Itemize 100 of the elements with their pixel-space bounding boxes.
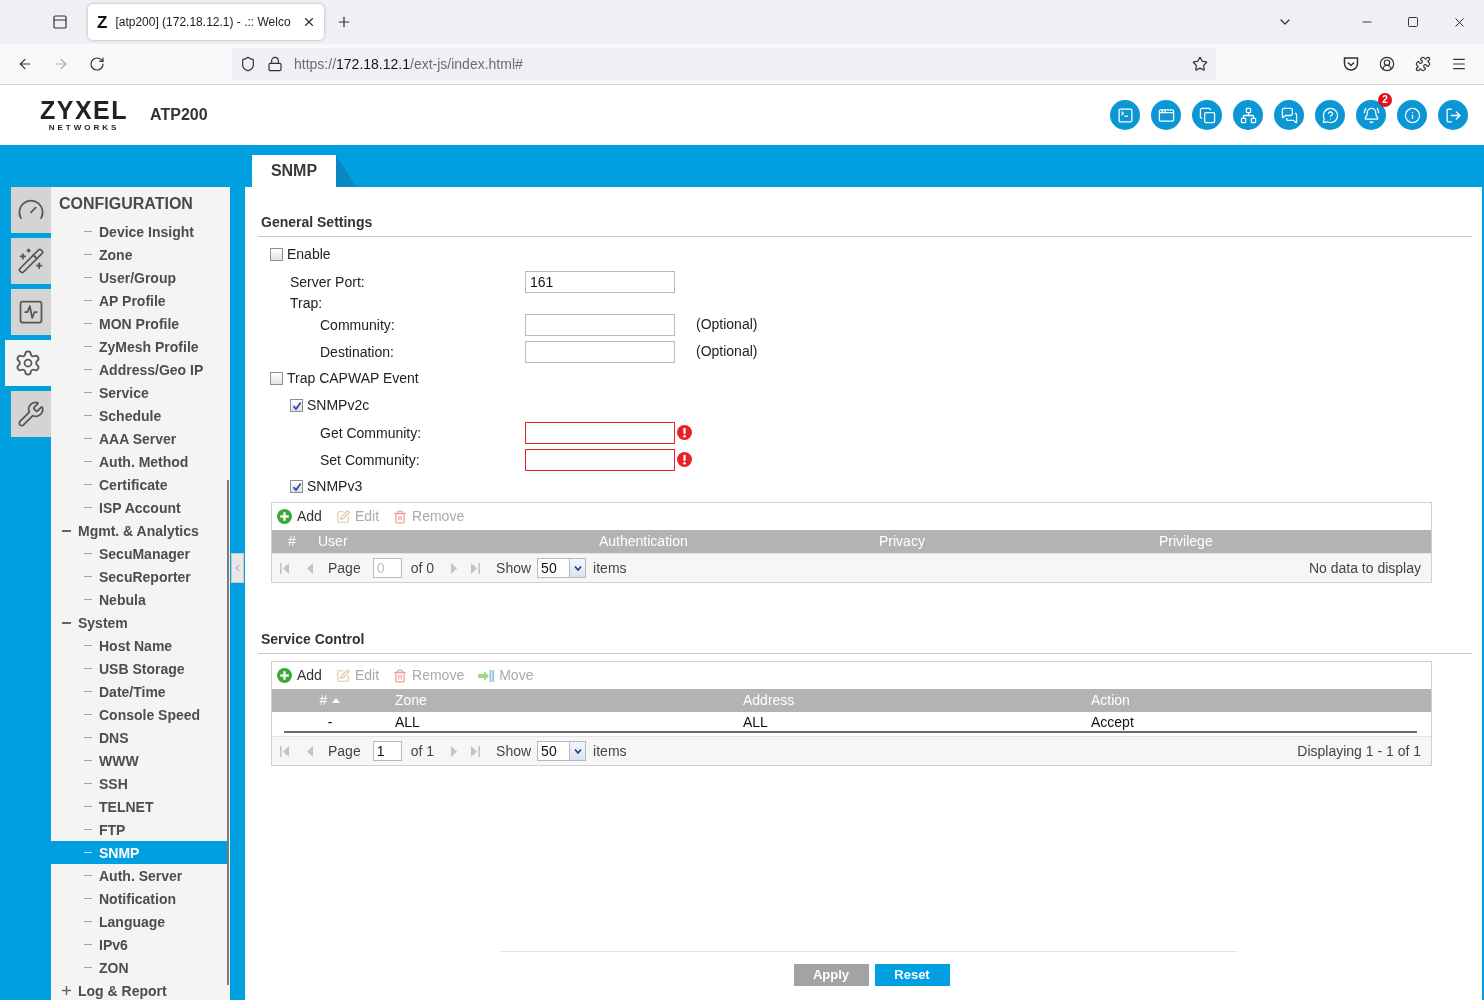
nav-item[interactable]: User/Group (51, 266, 227, 289)
nav-item[interactable]: Auth. Method (51, 450, 227, 473)
scrollbar[interactable] (227, 480, 229, 985)
nav-item[interactable]: Auth. Server (51, 864, 227, 887)
sidebar-tab[interactable] (11, 391, 51, 437)
nav-item[interactable]: ISP Account (51, 496, 227, 519)
dash-icon (84, 323, 92, 324)
maximize-icon[interactable] (1407, 16, 1419, 28)
account-icon[interactable] (1379, 56, 1395, 72)
add-button[interactable]: Add (277, 506, 322, 527)
terminal-icon[interactable] (1110, 100, 1140, 130)
plus-icon[interactable] (62, 986, 71, 995)
page-size-select[interactable]: 50 (537, 741, 587, 761)
nav-item[interactable]: TELNET (51, 795, 227, 818)
dash-icon (84, 576, 92, 577)
content-tab[interactable]: SNMP (252, 155, 336, 187)
nav-item[interactable]: Certificate (51, 473, 227, 496)
input-field[interactable] (525, 340, 675, 363)
help-icon[interactable] (1315, 100, 1345, 130)
back-icon[interactable] (17, 56, 33, 72)
sidebar-tab[interactable] (11, 187, 51, 233)
nav-item[interactable]: DNS (51, 726, 227, 749)
nav-item[interactable]: FTP (51, 818, 227, 841)
nav-item[interactable]: Date/Time (51, 680, 227, 703)
checkbox-label: Enable (287, 245, 331, 264)
windows-icon[interactable] (1192, 100, 1222, 130)
nav-item[interactable]: AP Profile (51, 289, 227, 312)
nav-item[interactable]: SecuReporter (51, 565, 227, 588)
dash-icon (84, 691, 92, 692)
table-cell: ALL (743, 714, 768, 731)
table-cell: Accept (1091, 714, 1134, 731)
nav-item[interactable]: SecuManager (51, 542, 227, 565)
dash-icon (84, 898, 92, 899)
dash-icon (84, 254, 92, 255)
pencil-icon (335, 509, 350, 524)
puzzle-icon[interactable] (1415, 56, 1431, 72)
nav-item[interactable]: System (51, 611, 227, 634)
nav-item[interactable]: ZON (51, 956, 227, 979)
nav-item[interactable]: Host Name (51, 634, 227, 657)
sidebar-tab[interactable] (5, 340, 51, 386)
reload-icon[interactable] (89, 56, 105, 72)
field-label: Get Community: (320, 424, 422, 441)
nav-item[interactable]: USB Storage (51, 657, 227, 680)
checkbox[interactable] (290, 480, 303, 493)
input-field[interactable] (525, 421, 675, 444)
nav-item[interactable]: ZyMesh Profile (51, 335, 227, 358)
nav-item[interactable]: IPv6 (51, 933, 227, 956)
nav-item[interactable]: Service (51, 381, 227, 404)
logout-icon[interactable] (1438, 100, 1468, 130)
new-tab-icon[interactable] (336, 14, 352, 30)
nav-item[interactable]: Schedule (51, 404, 227, 427)
checkbox[interactable] (270, 372, 283, 385)
nav-item[interactable]: Language (51, 910, 227, 933)
input-field[interactable] (525, 313, 675, 336)
nav-item[interactable]: AAA Server (51, 427, 227, 450)
page-count: of 0 (410, 558, 435, 578)
sidebar-tab[interactable] (11, 238, 51, 284)
nav-item[interactable]: Mgmt. & Analytics (51, 519, 227, 542)
dash-icon (84, 783, 92, 784)
minus-icon[interactable] (62, 529, 71, 532)
checkbox[interactable] (270, 248, 283, 261)
product-name: ATP200 (150, 105, 208, 125)
field-label: Community: (320, 316, 395, 333)
browser-tab[interactable]: Z [atp200] (172.18.12.1) - .:: Welco (88, 4, 324, 40)
address-bar[interactable]: https://172.18.12.1/ext-js/index.html# (232, 48, 1216, 80)
info-icon[interactable] (1397, 100, 1427, 130)
paging-status: No data to display (1308, 558, 1421, 578)
nav-item[interactable]: SSH (51, 772, 227, 795)
nav-item[interactable]: MON Profile (51, 312, 227, 335)
chat-icon[interactable] (1274, 100, 1304, 130)
chevron-shield-icon[interactable] (1343, 56, 1359, 72)
nav-item[interactable]: Address/Geo IP (51, 358, 227, 381)
input-field[interactable]: 161 (525, 270, 675, 293)
sidebar-tab[interactable] (11, 289, 51, 335)
nav-item[interactable]: Zone (51, 243, 227, 266)
menu-icon[interactable] (1451, 56, 1467, 72)
close-tab-icon[interactable] (302, 15, 316, 29)
dash-icon (84, 737, 92, 738)
tab-list-icon[interactable] (52, 14, 68, 30)
url-text: https://172.18.12.1/ext-js/index.html# (294, 54, 523, 74)
browser-window-icon[interactable] (1151, 100, 1181, 130)
dash-icon (84, 553, 92, 554)
nav-item[interactable]: Console Speed (51, 703, 227, 726)
bookmark-star-icon[interactable] (1192, 56, 1208, 72)
nav-item[interactable]: Nebula (51, 588, 227, 611)
collapse-handle[interactable] (231, 553, 244, 583)
minus-icon[interactable] (62, 621, 71, 624)
nav-item[interactable]: Log & Report (51, 979, 227, 1000)
lock-icon[interactable] (267, 56, 283, 72)
nav-item[interactable]: Device Insight (51, 220, 227, 243)
add-button[interactable]: Add (277, 665, 322, 686)
nav-item[interactable]: WWW (51, 749, 227, 772)
page-size-select[interactable]: 50 (537, 558, 587, 578)
shield-icon[interactable] (240, 56, 256, 72)
nav-item[interactable]: Notification (51, 887, 227, 910)
page-field[interactable]: 1 (372, 741, 402, 761)
checkbox[interactable] (290, 399, 303, 412)
input-field[interactable] (525, 448, 675, 471)
dash-icon (84, 484, 92, 485)
network-icon[interactable] (1233, 100, 1263, 130)
